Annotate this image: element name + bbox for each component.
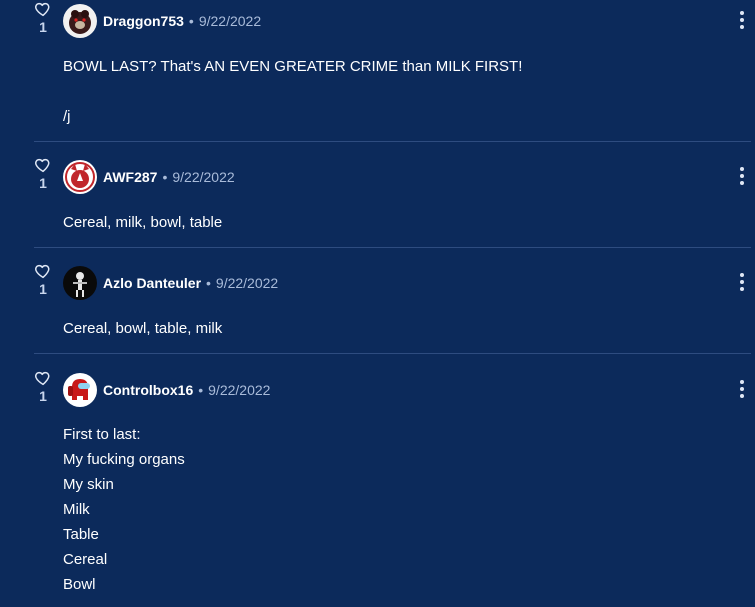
like-count: 1 [39,281,47,297]
comment-body: Cereal, milk, bowl, table [63,210,222,235]
comment-meta: Draggon753 • 9/22/2022 [103,12,261,30]
comment-line [63,79,522,104]
more-options-icon[interactable] [734,272,750,294]
comment-divider [34,141,751,142]
like-count: 1 [39,19,47,35]
comment-date: 9/22/2022 [208,382,271,398]
more-options-icon[interactable] [734,10,750,32]
more-options-icon[interactable] [734,379,750,401]
avatar[interactable] [63,4,97,38]
comment-body: First to last: My fucking organs My skin… [63,422,185,597]
comment-meta: Controlbox16 • 9/22/2022 [103,381,270,399]
comment-feed: 1 Draggon753 • 9/22/2022 BOWL LAST? That's… [0,0,755,607]
comment-divider [34,353,751,354]
comment-line: My skin [63,476,114,493]
comment-line: Cereal, milk, bowl, table [63,214,223,231]
vote-column: 1 [33,369,53,404]
more-options-icon[interactable] [734,166,750,188]
comment-line: First to last: [63,426,141,443]
comment-line: Bowl [63,576,96,593]
comment-date: 9/22/2022 [172,169,235,185]
vote-column: 1 [33,0,53,35]
separator-dot: • [206,275,211,291]
avatar[interactable] [63,373,97,407]
comment-line: BOWL LAST? That's AN EVEN GREATER CRIME … [63,58,523,75]
heart-icon[interactable] [34,0,52,18]
comment-line: My fucking organs [63,451,185,468]
heart-icon[interactable] [34,369,52,387]
comment-line: Cereal, bowl, table, milk [63,320,223,337]
heart-icon[interactable] [34,156,52,174]
comment-body: Cereal, bowl, table, milk [63,316,222,341]
avatar[interactable] [63,266,97,300]
like-count: 1 [39,175,47,191]
comment-meta: AWF287 • 9/22/2022 [103,168,235,186]
avatar[interactable] [63,160,97,194]
username-link[interactable]: Draggon753 [103,13,184,29]
comment-date: 9/22/2022 [215,275,279,291]
vote-column: 1 [33,262,53,297]
vote-column: 1 [33,156,53,191]
username-link[interactable]: AWF287 [103,169,157,185]
separator-dot: • [188,13,194,29]
heart-icon[interactable] [34,262,52,280]
comment-divider [34,247,751,248]
separator-dot: • [198,382,204,398]
comment-meta: Azlo Danteuler • 9/22/2022 [103,274,278,292]
comment-line: Table [63,526,99,543]
username-link[interactable]: Azlo Danteuler [103,275,201,291]
separator-dot: • [162,169,168,185]
comment-line: Milk [63,501,90,518]
username-link[interactable]: Controlbox16 [103,382,193,398]
comment-body: BOWL LAST? That's AN EVEN GREATER CRIME … [63,54,522,129]
like-count: 1 [39,388,47,404]
comment-date: 9/22/2022 [198,13,262,29]
comment-line: /j [63,108,71,125]
comment-line: Cereal [63,551,108,568]
